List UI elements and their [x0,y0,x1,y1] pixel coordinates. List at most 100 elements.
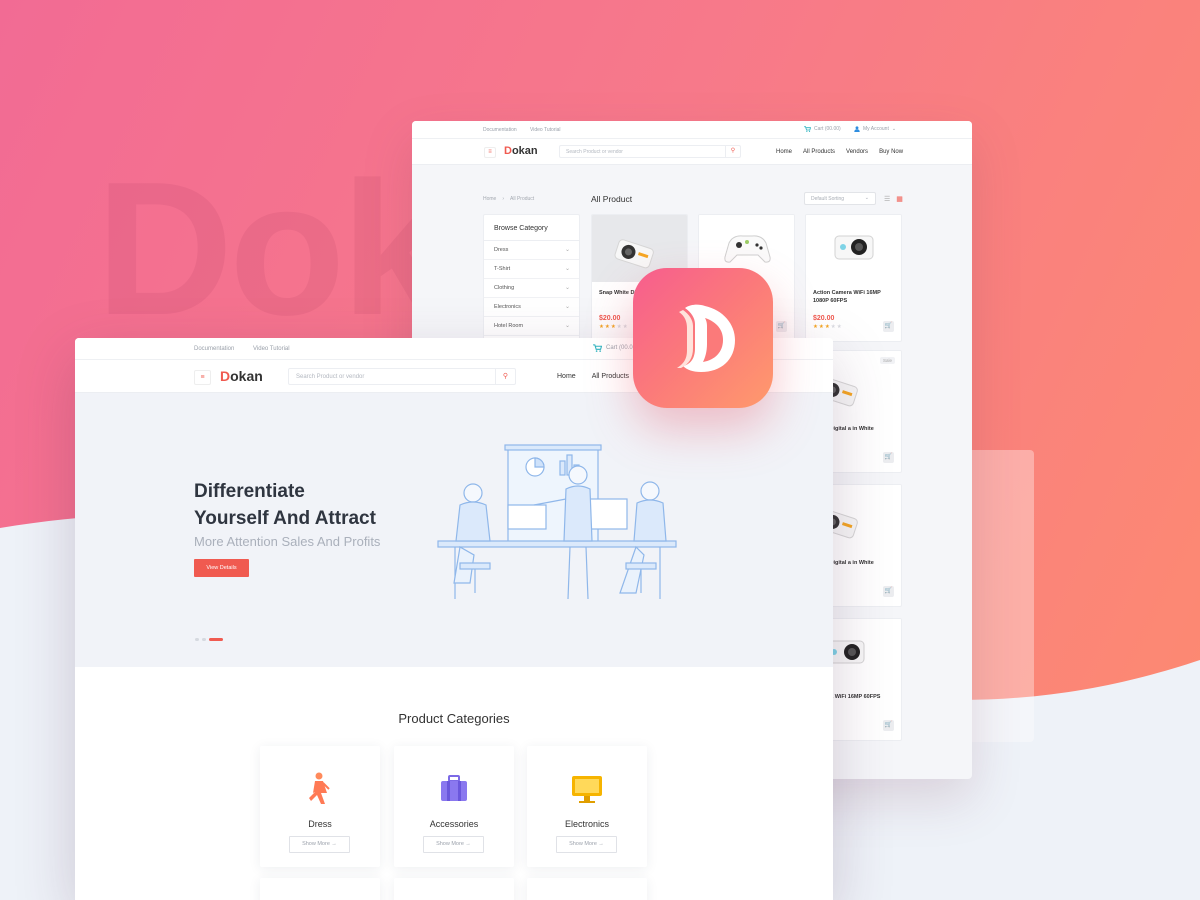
dokan-logo-icon [677,304,735,372]
product-image [806,215,901,282]
cart-link[interactable]: Cart (00.00) [804,126,841,132]
cart-label: Cart (00.0 [606,345,633,351]
grid-view-icon[interactable]: ▦ [896,195,903,203]
category-panel: Browse Category Dress ⌄ T-Shirt ⌄ Clothing… [483,214,580,344]
category-icon-wrapper [260,771,380,805]
category-card-electronics[interactable]: Electronics Show More → [527,746,647,867]
category-card[interactable] [394,878,514,900]
menu-icon[interactable]: ≡ [194,370,211,385]
product-name[interactable]: Action Camera WiFi 16MP 1080P 60FPS [806,282,901,309]
search-placeholder: Search Product or vendor [566,149,623,155]
category-item-label: Electronics [494,304,521,310]
category-card-accessories[interactable]: Accessories Show More → [394,746,514,867]
category-item-tshirt[interactable]: T-Shirt ⌄ [484,260,579,279]
main-nav: Home All Products [557,373,629,380]
front-window: Documentation Video Tutorial Cart (00.0 … [75,338,833,900]
dress-icon [309,772,330,804]
category-panel-title: Browse Category [484,215,579,241]
search-placeholder: Search Product or vendor [296,374,365,380]
category-item-dress[interactable]: Dress ⌄ [484,241,579,260]
category-item-label: T-Shirt [494,266,511,272]
chevron-down-icon: ⌄ [891,126,897,132]
video-tutorial-link[interactable]: Video Tutorial [253,346,290,352]
hero-banner: Differentiate Yourself And Attract More A… [75,393,833,667]
dokan-app-icon [633,268,773,408]
nav-home[interactable]: Home [776,149,792,155]
nav-home[interactable]: Home [557,373,576,380]
add-to-cart-button[interactable]: 🛒 [883,586,894,597]
search-icon[interactable]: ⚲ [725,146,740,157]
list-view-icon[interactable]: ☰ [884,195,890,203]
search-icon[interactable]: ⚲ [495,369,515,384]
category-card-dress[interactable]: Dress Show More → [260,746,380,867]
logo-letter: D [504,145,512,157]
chevron-down-icon: ⌄ [564,304,570,310]
slider-dot-active[interactable] [209,638,223,641]
add-to-cart-button[interactable]: 🛒 [883,321,894,332]
cart-link[interactable]: Cart (00.0 [593,344,633,352]
category-name: Electronics [564,819,609,829]
documentation-link[interactable]: Documentation [483,127,517,133]
category-item-electronics[interactable]: Electronics ⌄ [484,298,579,317]
account-link[interactable]: My Account ⌄ [854,126,896,132]
category-card[interactable] [527,878,647,900]
category-item-clothing[interactable]: Clothing ⌄ [484,279,579,298]
logo-text: okan [511,145,538,157]
search-input[interactable]: Search Product or vendor ⚲ [288,368,516,385]
nav-vendors[interactable]: Vendors [846,149,868,155]
meeting-illustration [437,444,677,600]
menu-icon[interactable]: ≡ [484,147,496,158]
documentation-link[interactable]: Documentation [194,346,234,352]
category-item-hotel-room[interactable]: Hotel Room ⌄ [484,317,579,336]
nav-all-products[interactable]: All Products [803,149,835,155]
add-to-cart-button[interactable]: 🛒 [776,321,787,332]
slider-dots [195,638,223,641]
video-tutorial-link[interactable]: Video Tutorial [530,127,560,133]
product-categories-title: Product Categories [398,711,510,726]
show-more-button[interactable]: Show More → [423,836,484,853]
category-item-label: Hotel Room [494,323,524,329]
page-title: All Product [591,194,633,204]
add-to-cart-button[interactable]: 🛒 [883,720,894,731]
hero-title-line1: Differentiate [194,481,305,502]
cart-icon [593,344,602,352]
logo-text: okan [230,368,263,384]
logo-letter: D [220,368,231,384]
briefcase-icon [441,775,467,801]
category-icon-wrapper [527,771,647,805]
hero-title: Differentiate Yourself And Attract [194,478,434,532]
cart-icon [804,126,811,132]
category-card[interactable] [260,878,380,900]
show-more-button[interactable]: Show More → [289,836,350,853]
chevron-down-icon: ⌄ [564,285,570,291]
nav-all-products[interactable]: All Products [592,373,629,380]
nav-buy-now[interactable]: Buy Now [879,149,903,155]
chevron-down-icon: ⌄ [564,266,570,272]
back-topbar: Documentation Video Tutorial Cart (00.00… [412,121,972,139]
chevron-right-icon: › [502,196,505,202]
category-name: Dress [308,819,332,829]
category-item-label: Dress [494,247,509,253]
breadcrumb-current: All Product [510,196,535,202]
slider-dot[interactable] [202,638,206,641]
search-input[interactable]: Search Product or vendor ⚲ [559,145,741,158]
view-details-button[interactable]: View Details [194,559,249,577]
logo[interactable]: Dokan [220,368,263,384]
product-card[interactable]: Action Camera WiFi 16MP 1080P 60FPS $20.… [805,214,902,342]
hero-title-line2: Yourself And Attract [194,508,376,529]
breadcrumb-home[interactable]: Home [483,196,496,202]
monitor-icon [572,776,602,803]
view-toggle: ☰ ▦ [884,195,903,203]
show-more-button[interactable]: Show More → [556,836,617,853]
main-nav: Home All Products Vendors Buy Now [776,149,903,155]
category-item-label: Clothing [494,285,515,291]
sort-select[interactable]: Default Sorting ⌄ [804,192,876,205]
category-icon-wrapper [394,771,514,805]
account-label: My Account [863,126,889,132]
add-to-cart-button[interactable]: 🛒 [883,452,894,463]
slider-dot[interactable] [195,638,199,641]
user-icon [854,126,860,132]
chevron-down-icon: ⌄ [564,323,570,329]
logo[interactable]: Dokan [504,145,538,157]
cart-label: Cart (00.00) [814,126,841,132]
